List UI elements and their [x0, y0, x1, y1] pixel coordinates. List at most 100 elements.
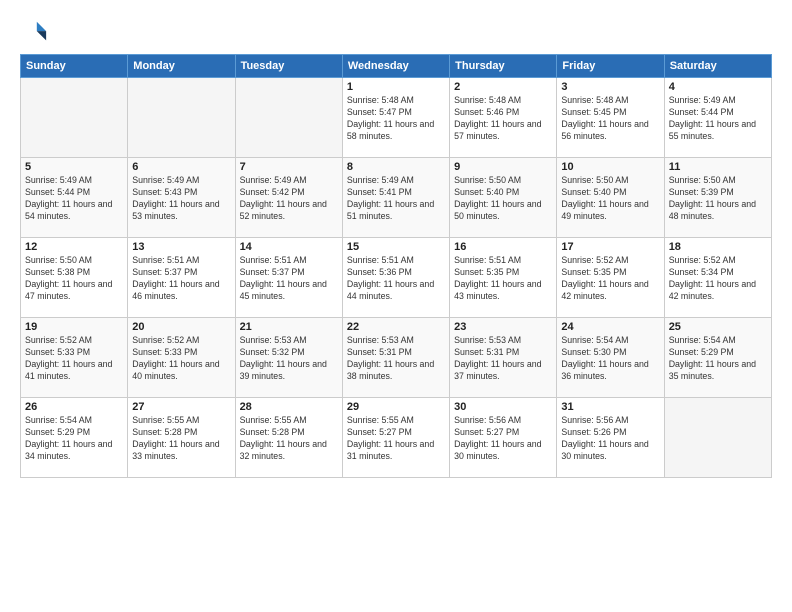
calendar-week-3: 12 Sunrise: 5:50 AMSunset: 5:38 PMDayligh…	[21, 238, 772, 318]
calendar-cell: 10 Sunrise: 5:50 AMSunset: 5:40 PMDayligh…	[557, 158, 664, 238]
day-info: Sunrise: 5:48 AMSunset: 5:46 PMDaylight:…	[454, 95, 552, 143]
day-info: Sunrise: 5:49 AMSunset: 5:41 PMDaylight:…	[347, 175, 445, 223]
calendar-cell	[21, 78, 128, 158]
day-info: Sunrise: 5:51 AMSunset: 5:35 PMDaylight:…	[454, 255, 552, 303]
day-info: Sunrise: 5:56 AMSunset: 5:26 PMDaylight:…	[561, 415, 659, 463]
calendar-header-row: SundayMondayTuesdayWednesdayThursdayFrid…	[21, 55, 772, 78]
calendar-cell: 15 Sunrise: 5:51 AMSunset: 5:36 PMDayligh…	[342, 238, 449, 318]
day-info: Sunrise: 5:55 AMSunset: 5:28 PMDaylight:…	[132, 415, 230, 463]
day-number: 23	[454, 321, 552, 333]
calendar-cell: 31 Sunrise: 5:56 AMSunset: 5:26 PMDayligh…	[557, 398, 664, 478]
day-number: 24	[561, 321, 659, 333]
day-info: Sunrise: 5:53 AMSunset: 5:32 PMDaylight:…	[240, 335, 338, 383]
day-number: 31	[561, 401, 659, 413]
day-info: Sunrise: 5:50 AMSunset: 5:38 PMDaylight:…	[25, 255, 123, 303]
day-info: Sunrise: 5:51 AMSunset: 5:37 PMDaylight:…	[240, 255, 338, 303]
calendar-cell: 21 Sunrise: 5:53 AMSunset: 5:32 PMDayligh…	[235, 318, 342, 398]
calendar-week-5: 26 Sunrise: 5:54 AMSunset: 5:29 PMDayligh…	[21, 398, 772, 478]
day-number: 4	[669, 81, 767, 93]
day-info: Sunrise: 5:54 AMSunset: 5:29 PMDaylight:…	[669, 335, 767, 383]
page: SundayMondayTuesdayWednesdayThursdayFrid…	[0, 0, 792, 612]
day-info: Sunrise: 5:56 AMSunset: 5:27 PMDaylight:…	[454, 415, 552, 463]
calendar-cell: 26 Sunrise: 5:54 AMSunset: 5:29 PMDayligh…	[21, 398, 128, 478]
weekday-header-saturday: Saturday	[664, 55, 771, 78]
calendar-cell: 4 Sunrise: 5:49 AMSunset: 5:44 PMDaylight…	[664, 78, 771, 158]
calendar-week-2: 5 Sunrise: 5:49 AMSunset: 5:44 PMDaylight…	[21, 158, 772, 238]
calendar-cell: 17 Sunrise: 5:52 AMSunset: 5:35 PMDayligh…	[557, 238, 664, 318]
weekday-header-monday: Monday	[128, 55, 235, 78]
day-number: 8	[347, 161, 445, 173]
day-info: Sunrise: 5:54 AMSunset: 5:30 PMDaylight:…	[561, 335, 659, 383]
day-info: Sunrise: 5:49 AMSunset: 5:44 PMDaylight:…	[25, 175, 123, 223]
calendar-cell	[128, 78, 235, 158]
calendar-cell: 24 Sunrise: 5:54 AMSunset: 5:30 PMDayligh…	[557, 318, 664, 398]
calendar-cell: 27 Sunrise: 5:55 AMSunset: 5:28 PMDayligh…	[128, 398, 235, 478]
day-info: Sunrise: 5:50 AMSunset: 5:40 PMDaylight:…	[454, 175, 552, 223]
calendar-cell: 14 Sunrise: 5:51 AMSunset: 5:37 PMDayligh…	[235, 238, 342, 318]
day-info: Sunrise: 5:52 AMSunset: 5:33 PMDaylight:…	[25, 335, 123, 383]
day-info: Sunrise: 5:50 AMSunset: 5:40 PMDaylight:…	[561, 175, 659, 223]
day-number: 30	[454, 401, 552, 413]
day-number: 17	[561, 241, 659, 253]
logo	[20, 18, 52, 46]
day-info: Sunrise: 5:51 AMSunset: 5:36 PMDaylight:…	[347, 255, 445, 303]
weekday-header-wednesday: Wednesday	[342, 55, 449, 78]
day-info: Sunrise: 5:52 AMSunset: 5:35 PMDaylight:…	[561, 255, 659, 303]
calendar-table: SundayMondayTuesdayWednesdayThursdayFrid…	[20, 54, 772, 478]
day-number: 11	[669, 161, 767, 173]
logo-icon	[20, 18, 48, 46]
day-number: 14	[240, 241, 338, 253]
day-number: 5	[25, 161, 123, 173]
calendar-cell: 12 Sunrise: 5:50 AMSunset: 5:38 PMDayligh…	[21, 238, 128, 318]
calendar-cell: 6Sunrise: 5:49 AMSunset: 5:43 PMDaylight…	[128, 158, 235, 238]
day-info: Sunrise: 5:52 AMSunset: 5:34 PMDaylight:…	[669, 255, 767, 303]
calendar-cell: 7Sunrise: 5:49 AMSunset: 5:42 PMDaylight…	[235, 158, 342, 238]
calendar-cell	[664, 398, 771, 478]
day-info: Sunrise: 5:53 AMSunset: 5:31 PMDaylight:…	[454, 335, 552, 383]
calendar-week-1: 1Sunrise: 5:48 AMSunset: 5:47 PMDaylight…	[21, 78, 772, 158]
calendar-cell	[235, 78, 342, 158]
day-number: 19	[25, 321, 123, 333]
calendar-cell: 8 Sunrise: 5:49 AMSunset: 5:41 PMDaylight…	[342, 158, 449, 238]
day-number: 2	[454, 81, 552, 93]
day-info: Sunrise: 5:49 AMSunset: 5:44 PMDaylight:…	[669, 95, 767, 143]
calendar-week-4: 19 Sunrise: 5:52 AMSunset: 5:33 PMDayligh…	[21, 318, 772, 398]
day-number: 18	[669, 241, 767, 253]
calendar-cell: 13 Sunrise: 5:51 AMSunset: 5:37 PMDayligh…	[128, 238, 235, 318]
calendar-cell: 9 Sunrise: 5:50 AMSunset: 5:40 PMDaylight…	[450, 158, 557, 238]
day-number: 9	[454, 161, 552, 173]
weekday-header-friday: Friday	[557, 55, 664, 78]
weekday-header-thursday: Thursday	[450, 55, 557, 78]
day-info: Sunrise: 5:55 AMSunset: 5:28 PMDaylight:…	[240, 415, 338, 463]
day-number: 7	[240, 161, 338, 173]
calendar-cell: 30 Sunrise: 5:56 AMSunset: 5:27 PMDayligh…	[450, 398, 557, 478]
calendar-cell: 25 Sunrise: 5:54 AMSunset: 5:29 PMDayligh…	[664, 318, 771, 398]
calendar-cell: 2 Sunrise: 5:48 AMSunset: 5:46 PMDaylight…	[450, 78, 557, 158]
header	[20, 18, 772, 46]
weekday-header-tuesday: Tuesday	[235, 55, 342, 78]
calendar-cell: 18 Sunrise: 5:52 AMSunset: 5:34 PMDayligh…	[664, 238, 771, 318]
day-number: 15	[347, 241, 445, 253]
day-info: Sunrise: 5:50 AMSunset: 5:39 PMDaylight:…	[669, 175, 767, 223]
day-number: 16	[454, 241, 552, 253]
day-number: 21	[240, 321, 338, 333]
day-number: 28	[240, 401, 338, 413]
day-number: 12	[25, 241, 123, 253]
day-number: 22	[347, 321, 445, 333]
weekday-header-sunday: Sunday	[21, 55, 128, 78]
calendar-cell: 5 Sunrise: 5:49 AMSunset: 5:44 PMDaylight…	[21, 158, 128, 238]
day-number: 27	[132, 401, 230, 413]
day-number: 26	[25, 401, 123, 413]
day-info: Sunrise: 5:54 AMSunset: 5:29 PMDaylight:…	[25, 415, 123, 463]
day-info: Sunrise: 5:52 AMSunset: 5:33 PMDaylight:…	[132, 335, 230, 383]
calendar-cell: 19 Sunrise: 5:52 AMSunset: 5:33 PMDayligh…	[21, 318, 128, 398]
day-number: 29	[347, 401, 445, 413]
calendar-cell: 28 Sunrise: 5:55 AMSunset: 5:28 PMDayligh…	[235, 398, 342, 478]
day-info: Sunrise: 5:51 AMSunset: 5:37 PMDaylight:…	[132, 255, 230, 303]
day-number: 13	[132, 241, 230, 253]
day-number: 25	[669, 321, 767, 333]
day-info: Sunrise: 5:48 AMSunset: 5:45 PMDaylight:…	[561, 95, 659, 143]
calendar-cell: 23 Sunrise: 5:53 AMSunset: 5:31 PMDayligh…	[450, 318, 557, 398]
day-number: 6	[132, 161, 230, 173]
day-number: 10	[561, 161, 659, 173]
